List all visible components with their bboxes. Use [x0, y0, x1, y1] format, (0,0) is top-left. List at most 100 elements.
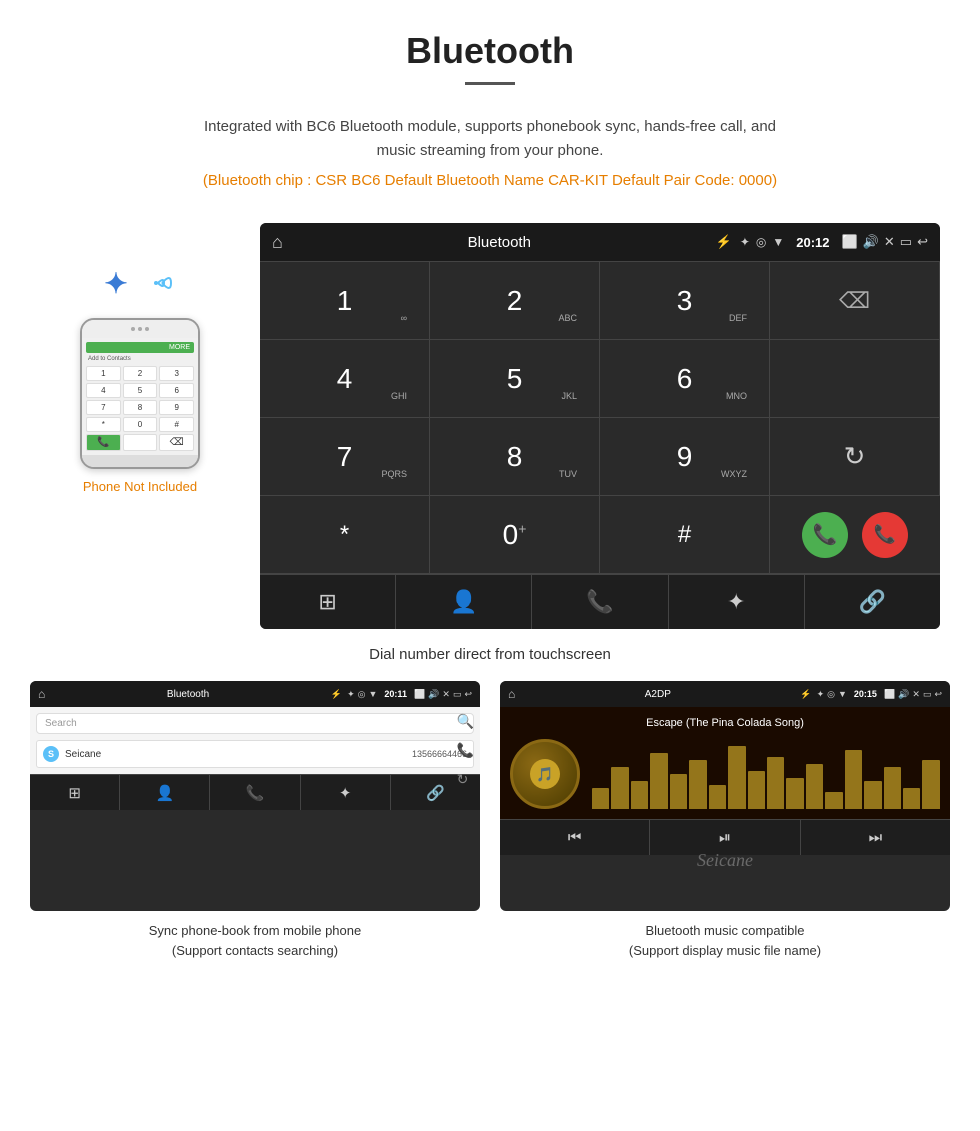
dial-key-4[interactable]: 4GHI — [260, 340, 430, 418]
page-title: Bluetooth — [0, 30, 980, 72]
phonebook-caption: Sync phone-book from mobile phone (Suppo… — [30, 911, 480, 965]
phone-top-bar — [82, 320, 198, 338]
phone-key-5: 5 — [123, 383, 158, 398]
phone-dot — [131, 327, 135, 331]
music-content: Escape (The Pina Colada Song) 🎵 — [500, 707, 950, 819]
pb-nav-bt[interactable]: ✦ — [301, 775, 391, 810]
phonebook-caption-line1: Sync phone-book from mobile phone — [35, 921, 475, 941]
music-skip-back[interactable]: ⏮ — [500, 820, 650, 855]
eq-bar-16 — [884, 767, 901, 809]
mu-back[interactable]: ↩ — [934, 689, 942, 700]
dial-key-7[interactable]: 7PQRS — [260, 418, 430, 496]
end-call-button[interactable]: 📞 — [862, 512, 908, 558]
phone-side-icon[interactable]: 📞 — [457, 742, 474, 759]
mu-cam: ⬜ — [884, 689, 895, 700]
eq-bar-7 — [709, 785, 726, 810]
pb-nav-phone[interactable]: 📞 — [210, 775, 300, 810]
phonebook-content-area: Search S Seicane 13566664466 🔍 📞 ↻ — [30, 707, 480, 774]
phone-key-empty — [123, 434, 158, 451]
mu-vol: 🔊 — [898, 689, 909, 700]
pb-nav-grid[interactable]: ⊞ — [30, 775, 120, 810]
music-album-area: 🎵 — [510, 739, 940, 809]
main-screen-area: ✦ MORE Add to Contacts 1 2 3 4 — [0, 203, 980, 634]
status-right-icons: ⬜ 🔊 ✕ ▭ ↩ — [842, 234, 928, 250]
nav-contacts-button[interactable]: 👤 — [396, 575, 532, 629]
pb-nav-person[interactable]: 👤 — [120, 775, 210, 810]
phone-key-call: 📞 — [86, 434, 121, 451]
search-placeholder: Search — [45, 718, 465, 729]
dial-key-star[interactable]: * — [260, 496, 430, 574]
music-caption: Bluetooth music compatible (Support disp… — [500, 911, 950, 965]
home-icon[interactable]: ⌂ — [272, 232, 283, 253]
eq-bar-14 — [845, 750, 862, 810]
pb-win: ▭ — [453, 689, 462, 700]
call-button[interactable]: 📞 — [802, 512, 848, 558]
music-title: A2DP — [520, 689, 795, 700]
signal-arcs-icon — [136, 263, 176, 303]
phone-not-included-label: Phone Not Included — [83, 479, 197, 494]
phone-key-2: 2 — [123, 366, 158, 381]
phonebook-bottom-nav: ⊞ 👤 📞 ✦ 🔗 — [30, 774, 480, 810]
back-icon[interactable]: ↩ — [917, 234, 928, 250]
window-icon: ▭ — [900, 234, 912, 250]
pb-back[interactable]: ↩ — [464, 689, 472, 700]
dial-key-hash[interactable]: # — [600, 496, 770, 574]
bluetooth-status-icon: ✦ — [740, 235, 750, 249]
music-bottom-nav: ⏮ ⏯ ⏭ — [500, 819, 950, 855]
phonebook-home-icon[interactable]: ⌂ — [38, 687, 45, 701]
usb-icon: ⚡ — [716, 234, 732, 250]
phone-key-4: 4 — [86, 383, 121, 398]
title-divider — [465, 82, 515, 85]
status-time: 20:12 — [796, 235, 829, 250]
phone-key-1: 1 — [86, 366, 121, 381]
search-side-icon[interactable]: 🔍 — [457, 713, 474, 730]
dial-key-0[interactable]: 0+ — [430, 496, 600, 574]
dial-key-3[interactable]: 3DEF — [600, 262, 770, 340]
dial-screen-title: Bluetooth — [291, 234, 708, 251]
dial-key-6[interactable]: 6MNO — [600, 340, 770, 418]
dial-key-9[interactable]: 9WXYZ — [600, 418, 770, 496]
phone-key-del: ⌫ — [159, 434, 194, 451]
eq-bar-11 — [786, 778, 803, 810]
dial-key-1[interactable]: 1∞ — [260, 262, 430, 340]
eq-bar-4 — [650, 753, 667, 809]
nav-phone-button[interactable]: 📞 — [532, 575, 668, 629]
music-home-icon[interactable]: ⌂ — [508, 687, 515, 701]
phone-dot-2 — [138, 327, 142, 331]
music-play-pause[interactable]: ⏯ — [650, 820, 800, 855]
bottom-screens: ⌂ Bluetooth ⚡ ✦ ◎ ▼ 20:11 ⬜ 🔊 ✕ ▭ ↩ — [0, 681, 980, 965]
eq-bar-12 — [806, 764, 823, 810]
dial-key-2[interactable]: 2ABC — [430, 262, 600, 340]
dial-empty-2 — [770, 340, 940, 418]
dial-refresh-cell[interactable]: ↻ — [770, 418, 940, 496]
eq-bar-18 — [922, 760, 939, 809]
phone-add-contact: Add to Contacts — [86, 356, 194, 362]
album-art-inner: 🎵 — [530, 759, 560, 789]
nav-link-button[interactable]: 🔗 — [805, 575, 940, 629]
bluetooth-icon: ✦ — [104, 267, 127, 300]
music-time: 20:15 — [854, 689, 877, 699]
mu-sig-icon: ▼ — [838, 689, 847, 699]
refresh-side-icon[interactable]: ↻ — [457, 771, 474, 788]
music-caption-line2: (Support display music file name) — [505, 941, 945, 961]
phone-key-8: 8 — [123, 400, 158, 415]
eq-bar-13 — [825, 792, 842, 810]
phonebook-side-icons: 🔍 📞 ↻ — [457, 713, 474, 788]
dial-key-8[interactable]: 8TUV — [430, 418, 600, 496]
music-song-title: Escape (The Pina Colada Song) — [646, 717, 804, 729]
phonebook-caption-line2: (Support contacts searching) — [35, 941, 475, 961]
music-skip-forward[interactable]: ⏭ — [801, 820, 950, 855]
dial-grid: 1∞ 2ABC 3DEF ⌫ 4GHI 5JKL 6MNO — [260, 261, 940, 574]
phonebook-status-bar: ⌂ Bluetooth ⚡ ✦ ◎ ▼ 20:11 ⬜ 🔊 ✕ ▭ ↩ — [30, 681, 480, 707]
mu-x: ✕ — [912, 689, 920, 700]
phone-screen: MORE Add to Contacts 1 2 3 4 5 6 7 8 9 *… — [82, 338, 198, 455]
contact-row[interactable]: S Seicane 13566664466 — [36, 740, 474, 768]
nav-dialpad-button[interactable]: ⊞ — [260, 575, 396, 629]
nav-bluetooth-button[interactable]: ✦ — [669, 575, 805, 629]
dial-backspace-cell[interactable]: ⌫ — [770, 262, 940, 340]
phonebook-time: 20:11 — [384, 689, 407, 699]
backspace-icon: ⌫ — [839, 288, 870, 314]
dial-key-5[interactable]: 5JKL — [430, 340, 600, 418]
intro-line1: Integrated with BC6 Bluetooth module, su… — [80, 115, 900, 139]
search-bar[interactable]: Search — [36, 713, 474, 734]
